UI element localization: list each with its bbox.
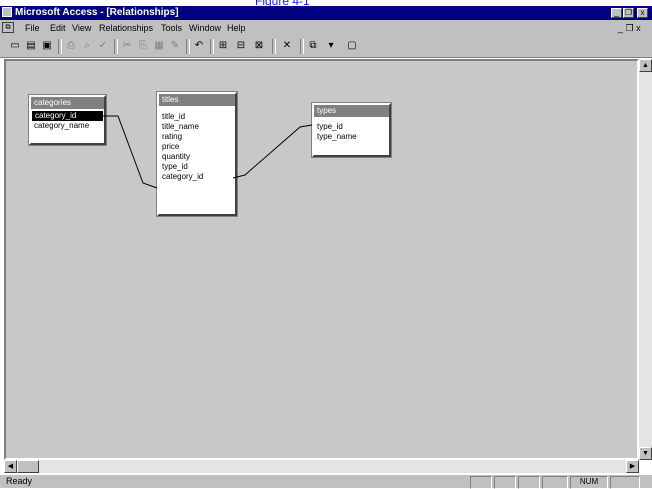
horizontal-scrollbar[interactable]: ◀ ▶ <box>4 460 639 473</box>
table-titles[interactable]: titles title_id title_name rating price … <box>157 92 237 216</box>
window-title: Microsoft Access - [Relationships] <box>15 7 179 18</box>
show-direct-icon[interactable]: ⊟ <box>234 39 248 53</box>
status-panel <box>518 476 540 489</box>
new-object-dropdown-icon[interactable]: ▾ <box>324 39 338 53</box>
menu-edit[interactable]: Edit <box>50 22 66 34</box>
document-window-controls[interactable]: _ ❐ x <box>618 22 641 34</box>
scroll-right-icon[interactable]: ▶ <box>626 460 639 473</box>
field-type-id[interactable]: type_id <box>159 162 235 172</box>
print-icon[interactable]: ⎙ <box>64 39 78 53</box>
status-panel <box>610 476 640 489</box>
access-app-icon[interactable] <box>2 7 12 17</box>
delete-icon[interactable]: ✕ <box>280 39 294 53</box>
table-types[interactable]: types type_id type_name <box>312 103 391 157</box>
field-price[interactable]: price <box>159 142 235 152</box>
status-text: Ready <box>6 476 33 486</box>
table-title[interactable]: types <box>314 105 389 117</box>
scroll-left-icon[interactable]: ◀ <box>4 460 17 473</box>
field-category-id[interactable]: category_id <box>159 172 235 182</box>
open-icon[interactable]: ▤ <box>24 39 38 53</box>
menu-file[interactable]: File <box>25 22 40 34</box>
num-lock-indicator: NUM <box>570 476 608 489</box>
field-title-name[interactable]: title_name <box>159 122 235 132</box>
table-title[interactable]: categories <box>31 97 104 109</box>
table-categories[interactable]: categories category_id category_name <box>29 95 106 145</box>
show-table-icon[interactable]: ⊞ <box>216 39 230 53</box>
menu-window[interactable]: Window <box>189 22 221 34</box>
undo-icon[interactable]: ↶ <box>192 39 206 53</box>
help-icon[interactable]: ▢ <box>345 39 359 53</box>
field-title-id[interactable]: title_id <box>159 112 235 122</box>
print-preview-icon[interactable]: ⌕ <box>80 39 94 53</box>
menu-bar: ⧉ File Edit View Relationships Tools Win… <box>0 20 652 36</box>
title-bar[interactable]: Microsoft Access - [Relationships] _ ❐ x <box>0 6 652 20</box>
relationships-doc-icon[interactable]: ⧉ <box>2 22 14 33</box>
menu-relationships[interactable]: Relationships <box>99 22 153 34</box>
save-icon[interactable]: ▣ <box>40 39 54 53</box>
toolbar: ▭ ▤ ▣ ⎙ ⌕ ✓ ✂ ⎘ ▦ ✎ ↶ ⊞ ⊟ ⊠ ✕ ⧉ ▾ ▢ <box>0 36 652 58</box>
format-painter-icon[interactable]: ✎ <box>168 39 182 53</box>
field-category-id[interactable]: category_id <box>32 111 103 121</box>
field-quantity[interactable]: quantity <box>159 152 235 162</box>
status-bar: Ready NUM <box>0 475 652 489</box>
field-rating[interactable]: rating <box>159 132 235 142</box>
menu-view[interactable]: View <box>72 22 91 34</box>
vertical-scrollbar[interactable]: ▲ ▼ <box>639 59 652 460</box>
status-panel <box>542 476 568 489</box>
new-object-icon[interactable]: ⧉ <box>306 39 320 53</box>
field-category-name[interactable]: category_name <box>31 121 104 131</box>
cut-icon[interactable]: ✂ <box>120 39 134 53</box>
field-type-name[interactable]: type_name <box>314 132 389 142</box>
horizontal-scroll-thumb[interactable] <box>17 460 39 473</box>
status-panel <box>494 476 516 489</box>
status-panel <box>470 476 492 489</box>
close-button[interactable]: x <box>637 8 648 18</box>
minimize-button[interactable]: _ <box>611 8 622 18</box>
spelling-icon[interactable]: ✓ <box>96 39 110 53</box>
restore-button[interactable]: ❐ <box>623 8 634 18</box>
menu-tools[interactable]: Tools <box>161 22 182 34</box>
paste-icon[interactable]: ▦ <box>152 39 166 53</box>
scroll-down-icon[interactable]: ▼ <box>639 447 652 460</box>
copy-icon[interactable]: ⎘ <box>136 39 150 53</box>
show-all-icon[interactable]: ⊠ <box>252 39 266 53</box>
field-type-id[interactable]: type_id <box>314 122 389 132</box>
view-icon[interactable]: ▭ <box>8 39 22 53</box>
table-title[interactable]: titles <box>159 94 235 106</box>
menu-help[interactable]: Help <box>227 22 246 34</box>
scroll-up-icon[interactable]: ▲ <box>639 59 652 72</box>
